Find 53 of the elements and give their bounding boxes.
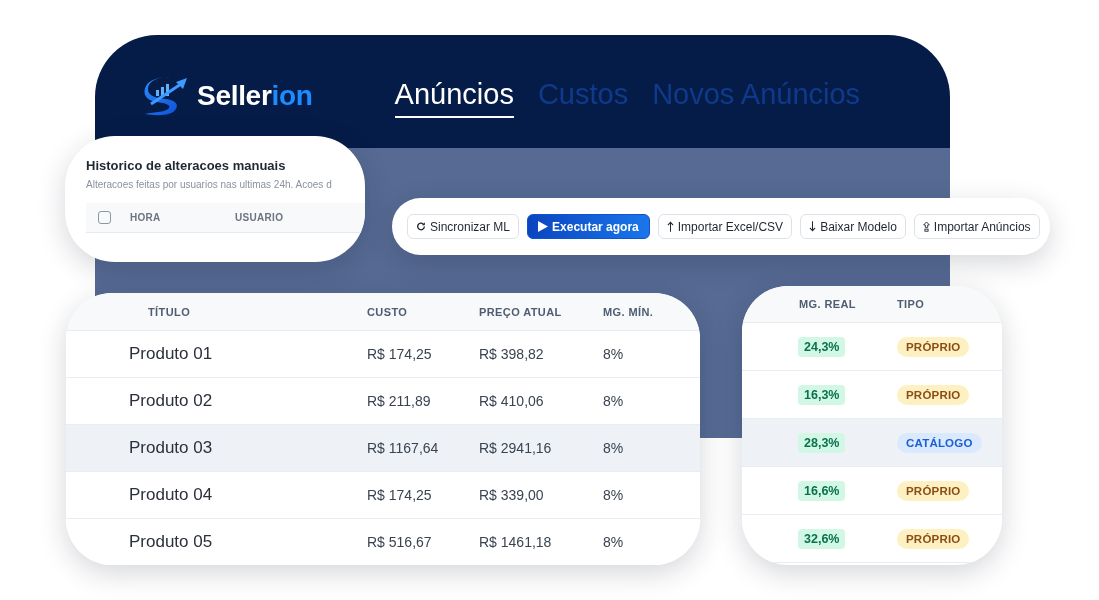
table-cell-text: R$ 1167,64 [367, 440, 440, 456]
nav-tab[interactable]: Anúncios [394, 79, 514, 118]
table-cell-text: 8% [603, 534, 625, 550]
table-cell-text: R$ 211,89 [367, 393, 432, 409]
column-header: USUARIO [235, 212, 284, 223]
card-title: Historico de alteracoes manuais [86, 158, 287, 174]
table-cell-text: Produto 05 [128, 532, 214, 552]
table-cell-text: R$ 174,25 [367, 487, 433, 503]
down-arrow-icon [809, 221, 817, 232]
column-header: PREÇO ATUAL [479, 305, 563, 318]
logo-wordmark: Sellerion [197, 81, 313, 110]
margin-badge: 16,6% [798, 480, 846, 501]
table-cell-text: R$ 1461,18 [479, 534, 553, 550]
table-cell-text: R$ 398,82 [479, 346, 545, 362]
table-cell-text: R$ 174,25 [367, 346, 433, 362]
toolbar-button[interactable]: Importar Anúncios [913, 214, 1040, 239]
refresh-icon [416, 221, 426, 232]
toolbar-button[interactable]: Baixar Modelo [800, 214, 906, 239]
checkbox[interactable] [98, 211, 111, 224]
table-cell-text: Produto 03 [128, 438, 214, 458]
card-subtitle: Alteracoes feitas por usuarios nas ultimas 24h. Acoes d [86, 179, 333, 191]
table-cell-text: R$ 516,67 [367, 534, 433, 550]
margin-badge: 16,3% [798, 384, 846, 405]
type-badge: PRÓPRIO [897, 384, 970, 405]
column-header: TÍTULO [147, 305, 192, 318]
play-icon [538, 221, 549, 232]
table-cell-text: R$ 2941,16 [479, 440, 553, 456]
type-badge: PRÓPRIO [897, 480, 970, 501]
column-header: MG. MÍN. [603, 305, 655, 318]
toolbar-button[interactable]: Sincronizar ML [407, 214, 520, 239]
table-cell-text: Produto 04 [128, 485, 214, 505]
column-header: MG. REAL [798, 298, 857, 310]
table-cell-text: 8% [603, 440, 625, 456]
margin-badge: 32,6% [798, 528, 846, 549]
margin-badge: 24,3% [798, 336, 846, 357]
column-header: CUSTO [367, 305, 409, 318]
margin-badge: 28,3% [798, 432, 846, 453]
column-header: TIPO [897, 298, 926, 310]
type-badge: CATÁLOGO [897, 432, 982, 453]
type-badge: PRÓPRIO [897, 528, 970, 549]
column-header: HORA [130, 212, 162, 223]
table-cell-text: 8% [603, 487, 625, 503]
table-cell-text: Produto 02 [128, 391, 214, 411]
toolbar-button[interactable]: Importar Excel/CSV [657, 214, 793, 239]
upload-icon [922, 221, 930, 232]
table-cell-text: 8% [603, 346, 625, 362]
table-cell-text: R$ 339,00 [479, 487, 545, 503]
table-cell-text: Produto 01 [128, 344, 214, 364]
toolbar-button[interactable]: Executar agora [527, 214, 650, 239]
type-badge: PRÓPRIO [897, 336, 970, 357]
table-cell-text: R$ 410,06 [479, 393, 545, 409]
table-cell-text: 8% [603, 393, 625, 409]
up-arrow-icon [666, 221, 674, 232]
